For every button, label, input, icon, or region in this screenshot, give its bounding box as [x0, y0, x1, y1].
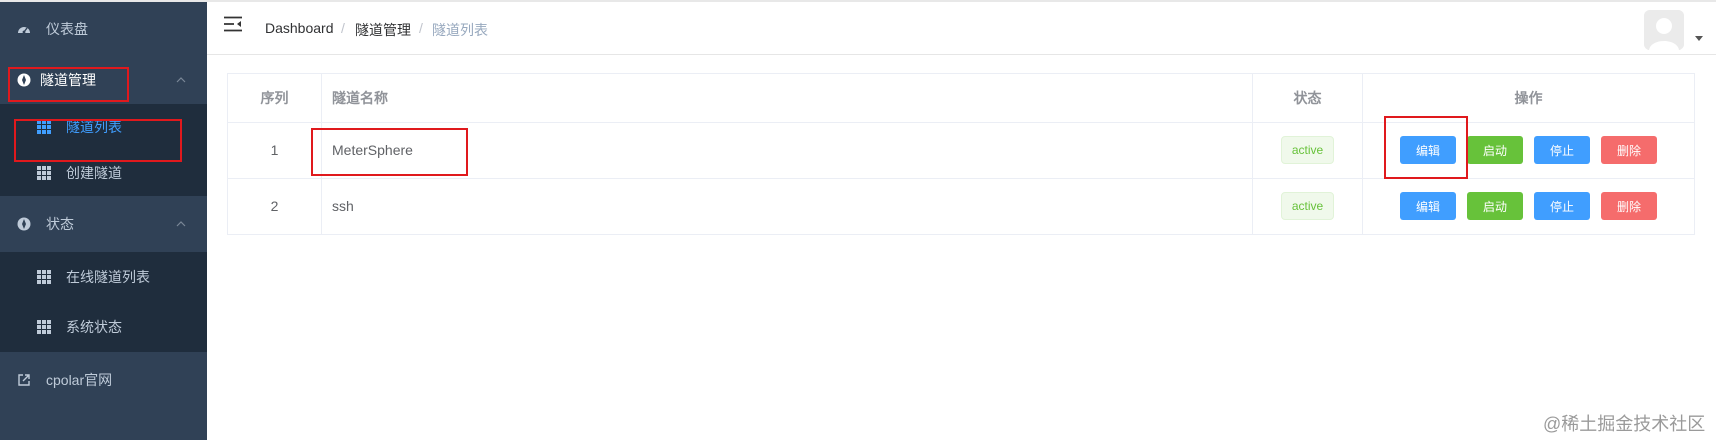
- edit-button[interactable]: 编辑: [1400, 192, 1456, 220]
- compass-icon: [17, 217, 31, 231]
- sidebar-item-tunnel-list[interactable]: 隧道列表: [0, 104, 207, 150]
- grid-icon: [37, 320, 51, 334]
- sidebar-item-dashboard[interactable]: 仪表盘: [0, 2, 207, 56]
- status-badge: active: [1280, 192, 1335, 220]
- grid-icon: [37, 120, 51, 134]
- row-index: 1: [228, 122, 322, 178]
- start-button[interactable]: 启动: [1467, 136, 1523, 164]
- breadcrumb-separator: /: [419, 20, 423, 36]
- sidebar-item-system-status[interactable]: 系统状态: [0, 302, 207, 352]
- delete-button[interactable]: 删除: [1601, 192, 1657, 220]
- sidebar-item-label: 隧道管理: [40, 72, 96, 88]
- sidebar-item-online-tunnels[interactable]: 在线隧道列表: [0, 252, 207, 302]
- user-avatar-icon: [1644, 10, 1684, 50]
- breadcrumb-dashboard[interactable]: Dashboard: [265, 20, 334, 36]
- status-cell: active: [1253, 178, 1363, 234]
- sidebar-item-label: 创建隧道: [66, 165, 122, 181]
- start-button[interactable]: 启动: [1467, 192, 1523, 220]
- external-link-icon: [18, 374, 30, 386]
- chevron-up-icon: [176, 221, 186, 227]
- sidebar-item-label: 在线隧道列表: [66, 269, 150, 285]
- delete-button[interactable]: 删除: [1601, 136, 1657, 164]
- status-badge: active: [1280, 136, 1335, 164]
- sidebar-item-create-tunnel[interactable]: 创建隧道: [0, 150, 207, 196]
- column-header-index: 序列: [228, 74, 322, 122]
- sidebar-item-cpolar-website[interactable]: cpolar官网: [0, 352, 207, 408]
- table-row: 1 MeterSphere active 编辑 启动 停止 删除: [228, 122, 1694, 179]
- actions-cell: 编辑 启动 停止 删除: [1363, 178, 1694, 234]
- stop-button[interactable]: 停止: [1534, 136, 1590, 164]
- sidebar-item-label: cpolar官网: [46, 372, 113, 388]
- column-header-status: 状态: [1253, 74, 1363, 122]
- chevron-up-icon: [176, 77, 186, 83]
- column-header-name: 隧道名称: [322, 74, 1253, 122]
- sidebar: 仪表盘 隧道管理 隧道列表 创建隧道 状态 在线隧道列表 系统状态 cpolar…: [0, 2, 207, 440]
- status-cell: active: [1253, 122, 1363, 178]
- grid-icon: [37, 270, 51, 284]
- sidebar-item-label: 系统状态: [66, 319, 122, 335]
- top-navbar: Dashboard / 隧道管理 / 隧道列表: [207, 2, 1716, 55]
- row-index: 2: [228, 178, 322, 234]
- edit-button[interactable]: 编辑: [1400, 136, 1456, 164]
- sidebar-item-tunnel-management[interactable]: 隧道管理: [0, 56, 207, 104]
- hamburger-menu-icon[interactable]: [224, 16, 242, 32]
- sidebar-item-label: 状态: [46, 216, 74, 232]
- actions-cell: 编辑 启动 停止 删除: [1363, 122, 1694, 178]
- tunnel-table: 序列 隧道名称 状态 操作 1 MeterSphere active 编辑 启动…: [227, 73, 1695, 235]
- column-header-actions: 操作: [1514, 90, 1543, 106]
- tunnel-name: ssh: [322, 178, 1253, 234]
- user-avatar[interactable]: [1644, 10, 1684, 50]
- watermark: @稀土掘金技术社区: [1543, 414, 1706, 434]
- tunnel-name: MeterSphere: [322, 122, 1253, 178]
- sidebar-item-status[interactable]: 状态: [0, 196, 207, 252]
- breadcrumb-tunnel-management[interactable]: 隧道管理: [355, 20, 411, 40]
- sidebar-item-label: 仪表盘: [46, 21, 88, 37]
- table-row: 2 ssh active 编辑 启动 停止 删除: [228, 178, 1694, 235]
- compass-icon: [17, 73, 31, 87]
- stop-button[interactable]: 停止: [1534, 192, 1590, 220]
- breadcrumb-separator: /: [341, 20, 345, 36]
- sidebar-item-label: 隧道列表: [66, 119, 122, 135]
- dashboard-icon: [18, 27, 30, 34]
- grid-icon: [37, 166, 51, 180]
- caret-down-icon[interactable]: [1695, 36, 1703, 41]
- table-header-row: 序列 隧道名称 状态 操作: [228, 74, 1694, 123]
- breadcrumb-tunnel-list: 隧道列表: [432, 22, 488, 38]
